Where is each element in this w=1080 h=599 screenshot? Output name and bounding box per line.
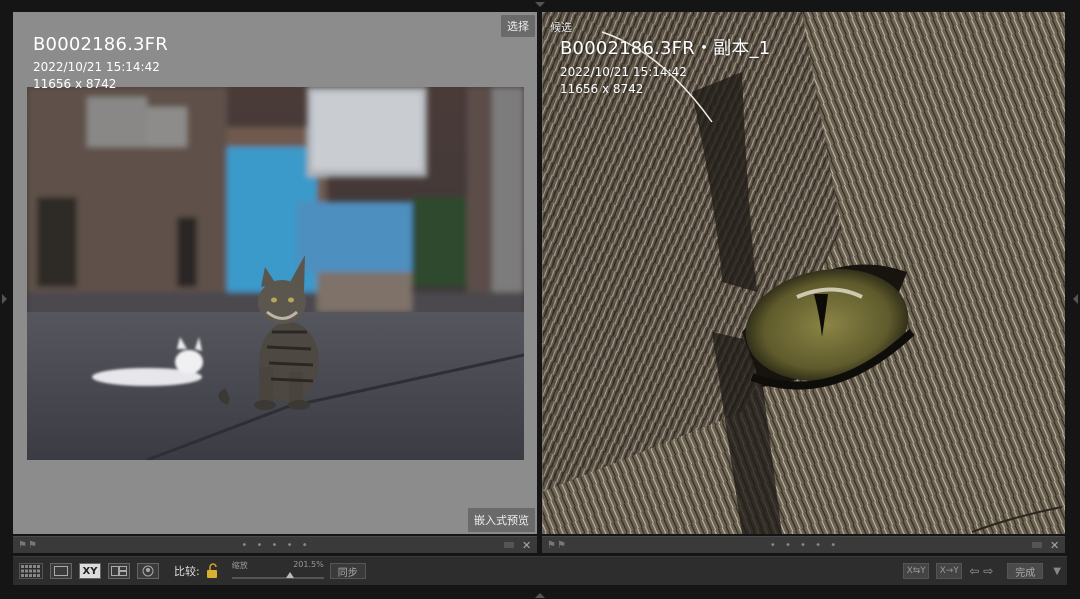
grid-icon	[21, 565, 40, 577]
grid-view-button[interactable]	[19, 563, 43, 579]
make-select-button[interactable]: X→Y	[936, 563, 963, 579]
lock-icon[interactable]	[206, 563, 220, 579]
close-icon[interactable]: ✕	[1050, 539, 1060, 552]
select-pane[interactable]: 选择 B0002186.3FR 2022/10/21 15:14:42 1165…	[13, 12, 537, 534]
chevron-down-icon[interactable]: ▼	[1053, 566, 1061, 577]
candidate-dimensions: 11656 x 8742	[560, 82, 644, 96]
zoom-label: 缩放	[231, 561, 248, 570]
candidate-pane-dots: • • • • •	[769, 539, 840, 551]
toolbar: XY 比较: 缩放 201.5% 同步 X⇆Y X→Y ⇦⇨ 完成 ▼	[13, 556, 1067, 585]
people-view-button[interactable]	[137, 563, 159, 579]
candidate-datetime: 2022/10/21 15:14:42	[560, 65, 687, 79]
loupe-view-button[interactable]	[50, 563, 72, 579]
flag-icon[interactable]: ⚑⚑	[547, 540, 577, 551]
mini-thumb-icon	[504, 542, 514, 548]
close-icon[interactable]: ✕	[522, 539, 532, 552]
embedded-preview-label: 嵌入式预览	[468, 508, 535, 532]
done-button[interactable]: 完成	[1007, 563, 1044, 579]
candidate-info-overlay: B0002186.3FR・副本_1 2022/10/21 15:14:42 11…	[560, 34, 770, 98]
zoom-thumb[interactable]	[285, 572, 294, 578]
bottom-panel-toggle-icon[interactable]	[535, 593, 545, 598]
select-file-name: B0002186.3FR	[33, 34, 168, 55]
right-panel-toggle-icon[interactable]	[1073, 294, 1078, 304]
mini-thumb-icon	[1032, 542, 1042, 548]
zoom-track[interactable]	[231, 577, 324, 579]
candidate-pane-bar: ⚑⚑ • • • • • ✕	[542, 536, 1065, 553]
survey-view-button[interactable]	[108, 563, 130, 579]
candidate-file-name: B0002186.3FR・副本_1	[560, 38, 771, 59]
sync-button[interactable]: 同步	[329, 563, 366, 579]
navigate-arrows-icon[interactable]: ⇦⇨	[969, 564, 997, 578]
swap-button[interactable]: X⇆Y	[903, 563, 930, 579]
select-datetime: 2022/10/21 15:14:42	[33, 60, 160, 74]
select-dimensions: 11656 x 8742	[33, 77, 117, 91]
compare-view-button[interactable]: XY	[79, 563, 101, 579]
candidate-tag: 候选	[550, 21, 572, 34]
flag-icon[interactable]: ⚑⚑	[18, 540, 48, 551]
select-info-overlay: B0002186.3FR 2022/10/21 15:14:42 11656 x…	[33, 34, 168, 93]
loupe-icon	[54, 566, 68, 576]
compare-view-window: 选择 B0002186.3FR 2022/10/21 15:14:42 1165…	[0, 0, 1080, 599]
left-panel-toggle-icon[interactable]	[2, 294, 7, 304]
survey-icon	[111, 566, 127, 576]
people-icon	[142, 565, 154, 577]
candidate-pane[interactable]: 候选 B0002186.3FR・副本_1 2022/10/21 15:14:42…	[542, 12, 1065, 534]
select-photo[interactable]	[27, 87, 524, 460]
select-pane-dots: • • • • •	[241, 539, 311, 551]
select-tag: 选择	[501, 15, 535, 37]
select-pane-bar: ⚑⚑ • • • • • ✕	[13, 536, 537, 553]
zoom-value: 201.5%	[293, 560, 324, 569]
compare-label: 比较:	[174, 565, 200, 578]
zoom-slider[interactable]: 缩放 201.5%	[231, 558, 324, 584]
top-panel-toggle-icon[interactable]	[535, 2, 545, 7]
